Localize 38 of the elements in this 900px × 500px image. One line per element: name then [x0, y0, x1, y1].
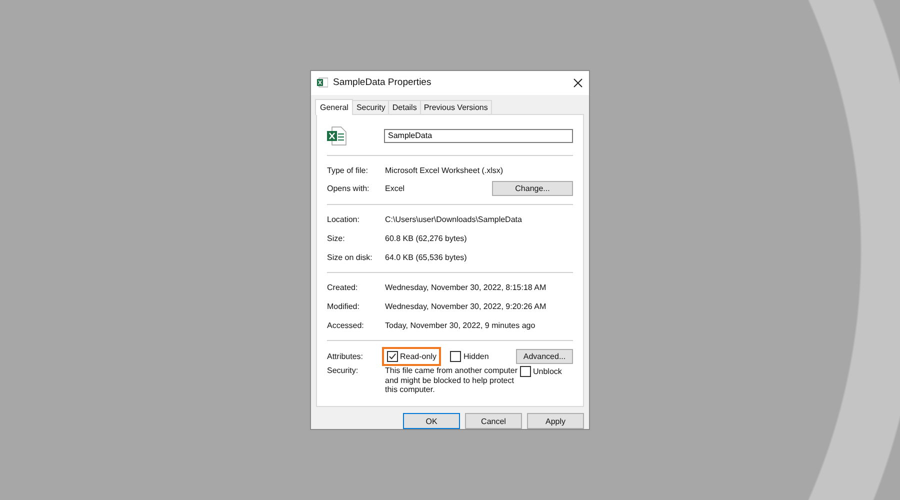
tab[interactable]: Previous Versions [420, 100, 492, 114]
field-label: Type of file: [327, 166, 369, 175]
field-value: Microsoft Excel Worksheet (.xlsx) [385, 166, 504, 175]
close-icon[interactable] [573, 78, 583, 88]
checkbox[interactable] [450, 350, 462, 362]
dialog-button[interactable]: OK [403, 413, 460, 429]
change-button[interactable]: Change... [492, 181, 573, 196]
checkbox-label[interactable]: Hidden [463, 352, 489, 361]
field-value: Wednesday, November 30, 2022, 8:15:18 AM [385, 283, 548, 292]
checkbox-label[interactable]: Unblock [533, 367, 562, 376]
field-value: Excel [385, 184, 406, 194]
field-value: Wednesday, November 30, 2022, 9:20:26 AM [385, 302, 548, 311]
field-label: Modified: [327, 302, 360, 311]
field-label: Accessed: [327, 320, 365, 330]
field-value: 60.8 KB (62,276 bytes) [385, 234, 468, 243]
dialog-button[interactable]: Apply [527, 413, 584, 429]
dialog-button[interactable]: Cancel [465, 413, 522, 429]
spreadsheet-file-icon [327, 126, 347, 146]
field-value: 64.0 KB (65,536 bytes) [385, 252, 468, 262]
field-label: Security: [327, 366, 360, 376]
field-label: Attributes: [327, 352, 364, 361]
checkbox[interactable] [520, 366, 531, 378]
checkbox[interactable] [387, 350, 398, 362]
field-label: Size: [327, 234, 346, 243]
spreadsheet-icon [317, 77, 328, 88]
window-title: SampleData Properties [333, 77, 432, 88]
file-name-field[interactable]: SampleData [384, 128, 573, 143]
field-label: Size on disk: [327, 252, 374, 262]
security-message: This file came from another computer and might be blocked to help protect this computer. [385, 366, 518, 395]
field-label: Location: [327, 215, 360, 224]
tab[interactable]: Security [352, 100, 390, 114]
field-value: C:\Users\user\Downloads\SampleData [385, 215, 523, 224]
tab[interactable]: General [315, 98, 354, 115]
checkbox-label[interactable]: Read-only [400, 352, 436, 361]
field-label: Opens with: [327, 184, 370, 194]
advanced-button[interactable]: Advanced... [516, 348, 573, 364]
field-value: Today, November 30, 2022, 9 minutes ago [385, 320, 536, 330]
field-label: Created: [327, 283, 359, 292]
